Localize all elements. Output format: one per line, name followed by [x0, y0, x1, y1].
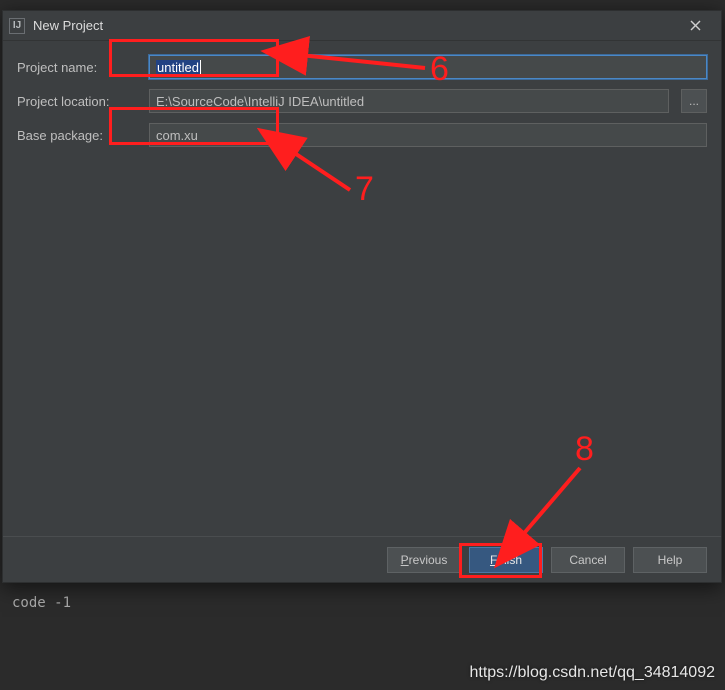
terminal-line: code -1 — [12, 595, 71, 611]
new-project-dialog: IJ New Project Project name: untitled Pr… — [2, 10, 722, 583]
previous-rest: revious — [409, 553, 448, 567]
terminal-output: code -1 — [0, 585, 725, 635]
dialog-titlebar: IJ New Project — [3, 11, 721, 41]
project-name-input[interactable]: untitled — [149, 55, 707, 79]
row-base-package: Base package: — [17, 123, 707, 147]
finish-rest: inish — [497, 553, 522, 567]
help-button[interactable]: Help — [633, 547, 707, 573]
finish-button[interactable]: Finish — [469, 547, 543, 573]
label-project-location: Project location: — [17, 94, 137, 109]
dialog-title: New Project — [33, 18, 675, 33]
close-button[interactable] — [675, 11, 715, 41]
close-icon — [690, 20, 701, 31]
dialog-button-bar: Previous Finish Cancel Help — [3, 536, 721, 582]
dialog-content: Project name: untitled Project location:… — [3, 41, 721, 536]
project-location-input[interactable] — [149, 89, 669, 113]
row-project-name: Project name: untitled — [17, 55, 707, 79]
label-project-name: Project name: — [17, 60, 137, 75]
intellij-icon: IJ — [9, 18, 25, 34]
text-caret — [200, 60, 201, 74]
project-name-value: untitled — [156, 60, 200, 75]
base-package-input[interactable] — [149, 123, 707, 147]
row-project-location: Project location: ... — [17, 89, 707, 113]
previous-button[interactable]: Previous — [387, 547, 461, 573]
watermark-text: https://blog.csdn.net/qq_34814092 — [469, 664, 715, 682]
label-base-package: Base package: — [17, 128, 137, 143]
browse-location-button[interactable]: ... — [681, 89, 707, 113]
cancel-button[interactable]: Cancel — [551, 547, 625, 573]
